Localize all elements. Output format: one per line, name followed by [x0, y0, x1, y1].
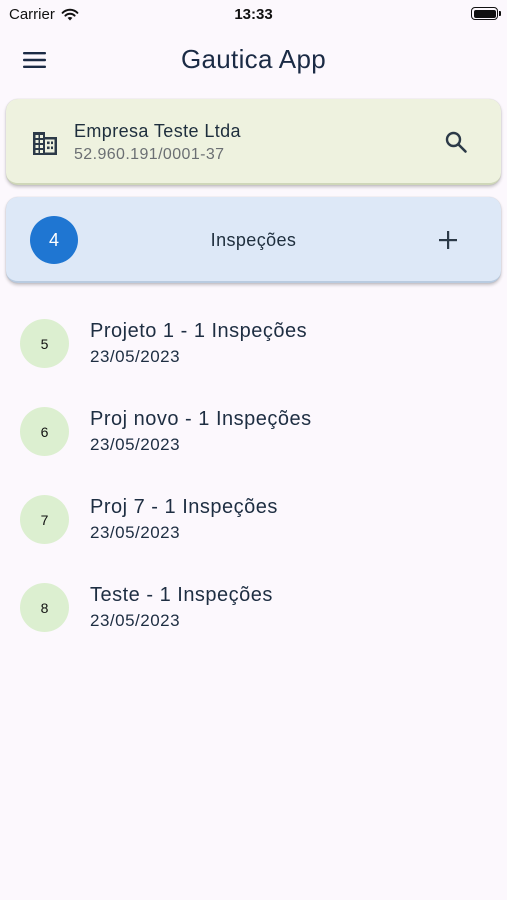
project-title: Projeto 1 - 1 Inspeções: [90, 320, 308, 342]
company-card[interactable]: Empresa Teste Ltda 52.960.191/0001-37: [6, 99, 501, 185]
inspections-card[interactable]: 4 Inspeções: [6, 197, 501, 283]
list-item[interactable]: 7 Proj 7 - 1 Inspeções 23/05/2023: [0, 474, 507, 562]
list-item[interactable]: 5 Projeto 1 - 1 Inspeções 23/05/2023: [0, 298, 507, 386]
project-date: 23/05/2023: [90, 611, 181, 630]
project-number-avatar: 5: [20, 319, 69, 368]
project-date: 23/05/2023: [90, 435, 181, 454]
project-list: 5 Projeto 1 - 1 Inspeções 23/05/2023 6 P…: [0, 298, 507, 650]
project-number-avatar: 8: [20, 583, 69, 632]
project-title: Proj novo - 1 Inspeções: [90, 408, 312, 430]
search-icon: [445, 131, 467, 153]
status-time: 13:33: [234, 6, 273, 23]
company-cnpj: 52.960.191/0001-37: [74, 146, 225, 163]
project-number-avatar: 7: [20, 495, 69, 544]
project-date: 23/05/2023: [90, 347, 181, 366]
inspections-label: Inspeções: [210, 230, 297, 250]
company-name: Empresa Teste Ltda: [74, 121, 241, 141]
project-number-avatar: 6: [20, 407, 69, 456]
page-title: Gautica App: [181, 44, 326, 74]
status-bar: Carrier 13:33: [0, 0, 507, 28]
list-item[interactable]: 6 Proj novo - 1 Inspeções 23/05/2023: [0, 386, 507, 474]
search-button[interactable]: [441, 127, 471, 157]
app-bar: Gautica App: [0, 28, 507, 92]
battery-icon: [471, 7, 501, 20]
project-date: 23/05/2023: [90, 523, 181, 542]
add-inspection-button[interactable]: [433, 225, 463, 255]
project-title: Proj 7 - 1 Inspeções: [90, 496, 278, 518]
plus-icon: [439, 231, 457, 249]
building-icon: [33, 132, 57, 155]
list-item[interactable]: 8 Teste - 1 Inspeções 23/05/2023: [0, 562, 507, 650]
project-title: Teste - 1 Inspeções: [90, 584, 273, 606]
